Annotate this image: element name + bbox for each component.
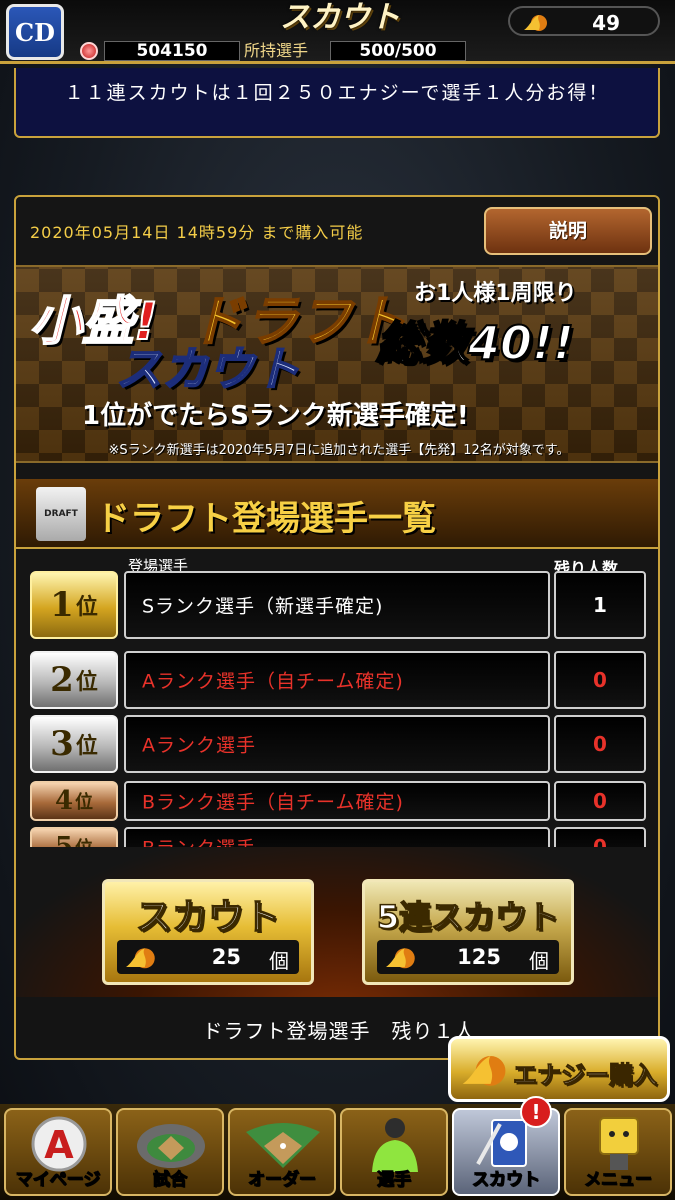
nav-mypage[interactable]: A マイページ	[4, 1108, 112, 1196]
rank-1-count: 1	[593, 593, 607, 617]
roster-count: 500/500	[330, 41, 466, 61]
banner-total: 総数40!!	[375, 315, 575, 371]
coin-icon	[80, 42, 98, 60]
nav-game-label: 試合	[153, 1170, 188, 1191]
team-logo-icon[interactable]: CD	[6, 4, 64, 60]
rank-2-name: Aランク選手（自チーム確定)	[142, 670, 404, 693]
banner-footnote: ※Sランク新選手は2020年5月7日に追加された選手【先発】12名が対象です。	[108, 443, 570, 458]
menu-icon	[599, 1117, 639, 1170]
rank-3-count: 0	[593, 732, 607, 756]
rank-row-2: 2位 Aランク選手（自チーム確定) 0	[30, 651, 646, 709]
scout-5-button[interactable]: 5連スカウト 125 個	[362, 879, 574, 985]
rank-4-count: 0	[593, 789, 607, 813]
rank-row-3: 3位 Aランク選手 0	[30, 715, 646, 773]
rank-row-4: 4位 Bランク選手（自チーム確定) 0	[30, 781, 646, 821]
rank-row-1: 1位 Sランク選手（新選手確定) 1	[30, 571, 646, 639]
rank-name-cell: Bランク選手（自チーム確定)	[124, 781, 550, 821]
scout-5-cost-value: 125	[457, 945, 501, 969]
scout-1-cost-value: 25	[211, 945, 241, 969]
banner-headline: 1位がでたらSランク新選手確定!	[82, 401, 469, 431]
scout-5-cost-unit: 個	[529, 949, 549, 973]
scout-1-button[interactable]: スカウト 25 個	[102, 879, 314, 985]
rank-2-badge-icon: 2位	[30, 651, 118, 709]
energy-flame-icon	[386, 948, 415, 969]
coin-count: 504150	[104, 41, 240, 61]
field-order-icon	[246, 1123, 320, 1168]
page-title: スカウト	[280, 0, 400, 35]
scout-1-label: スカウト	[135, 896, 281, 939]
draft-list-title: ドラフト登場選手一覧	[96, 499, 436, 539]
nav-mypage-label: マイページ	[15, 1170, 101, 1191]
notice-banner: １１連スカウトは１回２５０エナジーで選手１人分お得！	[14, 68, 660, 138]
energy-flame-icon	[462, 1056, 506, 1086]
scout-alert-badge: !	[520, 1096, 552, 1128]
scout-panel: 2020年05月14日 14時59分 まで購入可能 説明 小盛! ドラフト スカ…	[14, 195, 660, 1060]
rank-count-cell: 0	[554, 781, 646, 821]
scout-1-cost: 25 個	[117, 940, 299, 974]
rank-count-cell: 1	[554, 571, 646, 639]
nav-players-label: 選手	[377, 1170, 412, 1191]
mypage-icon: A	[31, 1116, 87, 1172]
banner-limit: お1人様1周限り	[414, 281, 577, 306]
svg-text:A: A	[44, 1123, 74, 1167]
nav-order[interactable]: オーダー	[228, 1108, 336, 1196]
energy-value: 49	[592, 11, 620, 35]
nav-scout-label: スカウト	[472, 1170, 541, 1191]
rank-count-cell: 0	[554, 651, 646, 709]
rank-name-cell: Aランク選手（自チーム確定)	[124, 651, 550, 709]
rank-4-badge-icon: 4位	[30, 781, 118, 821]
rank-4-name: Bランク選手（自チーム確定)	[142, 791, 404, 814]
rank-2-count: 0	[593, 668, 607, 692]
draft-list-header: DRAFT ドラフト登場選手一覧	[16, 479, 658, 549]
energy-flame-icon	[524, 15, 547, 31]
rank-1-badge-icon: 1位	[30, 571, 118, 639]
currency-row: 504150 所持選手 500/500	[76, 40, 471, 62]
nav-order-label: オーダー	[248, 1170, 317, 1191]
player-icon	[372, 1118, 418, 1172]
energy-buy-button[interactable]: エナジー購入	[448, 1036, 670, 1102]
roster-label: 所持選手	[244, 41, 309, 60]
draft-scout-banner: 小盛! ドラフト スカウト お1人様1周限り 総数40!! 1位がでたらSランク…	[16, 265, 658, 463]
draft-box-icon: DRAFT	[36, 487, 86, 541]
scout-1-cost-unit: 個	[269, 949, 289, 973]
scout-5-cost: 125 個	[377, 940, 559, 974]
rank-3-name: Aランク選手	[142, 734, 256, 757]
energy-counter: 49	[508, 6, 660, 36]
nav-players[interactable]: 選手	[340, 1108, 448, 1196]
scout-5-label: 5連スカウト	[376, 897, 560, 937]
notice-text: １１連スカウトは１回２５０エナジーで選手１人分お得！	[64, 82, 610, 104]
stadium-icon	[137, 1124, 205, 1168]
bottom-nav: A マイページ 試合 オーダー 選手 スカウト メニュー	[0, 1104, 675, 1200]
energy-flame-icon	[126, 948, 155, 969]
explain-button[interactable]: 説明	[484, 207, 652, 255]
top-header: CD スカウト 49 504150 所持選手 500/500	[0, 0, 675, 64]
energy-buy-label: エナジー購入	[513, 1061, 658, 1090]
banner-scout: スカウト	[115, 341, 301, 397]
rank-1-name: Sランク選手（新選手確定)	[142, 595, 384, 618]
rank-name-cell: Sランク選手（新選手確定)	[124, 571, 550, 639]
rank-count-cell: 0	[554, 715, 646, 773]
rank-name-cell: Aランク選手	[124, 715, 550, 773]
nav-game[interactable]: 試合	[116, 1108, 224, 1196]
rank-3-badge-icon: 3位	[30, 715, 118, 773]
nav-menu-label: メニュー	[584, 1170, 653, 1191]
purchase-period: 2020年05月14日 14時59分 まで購入可能	[30, 223, 364, 242]
nav-menu[interactable]: メニュー	[564, 1108, 672, 1196]
